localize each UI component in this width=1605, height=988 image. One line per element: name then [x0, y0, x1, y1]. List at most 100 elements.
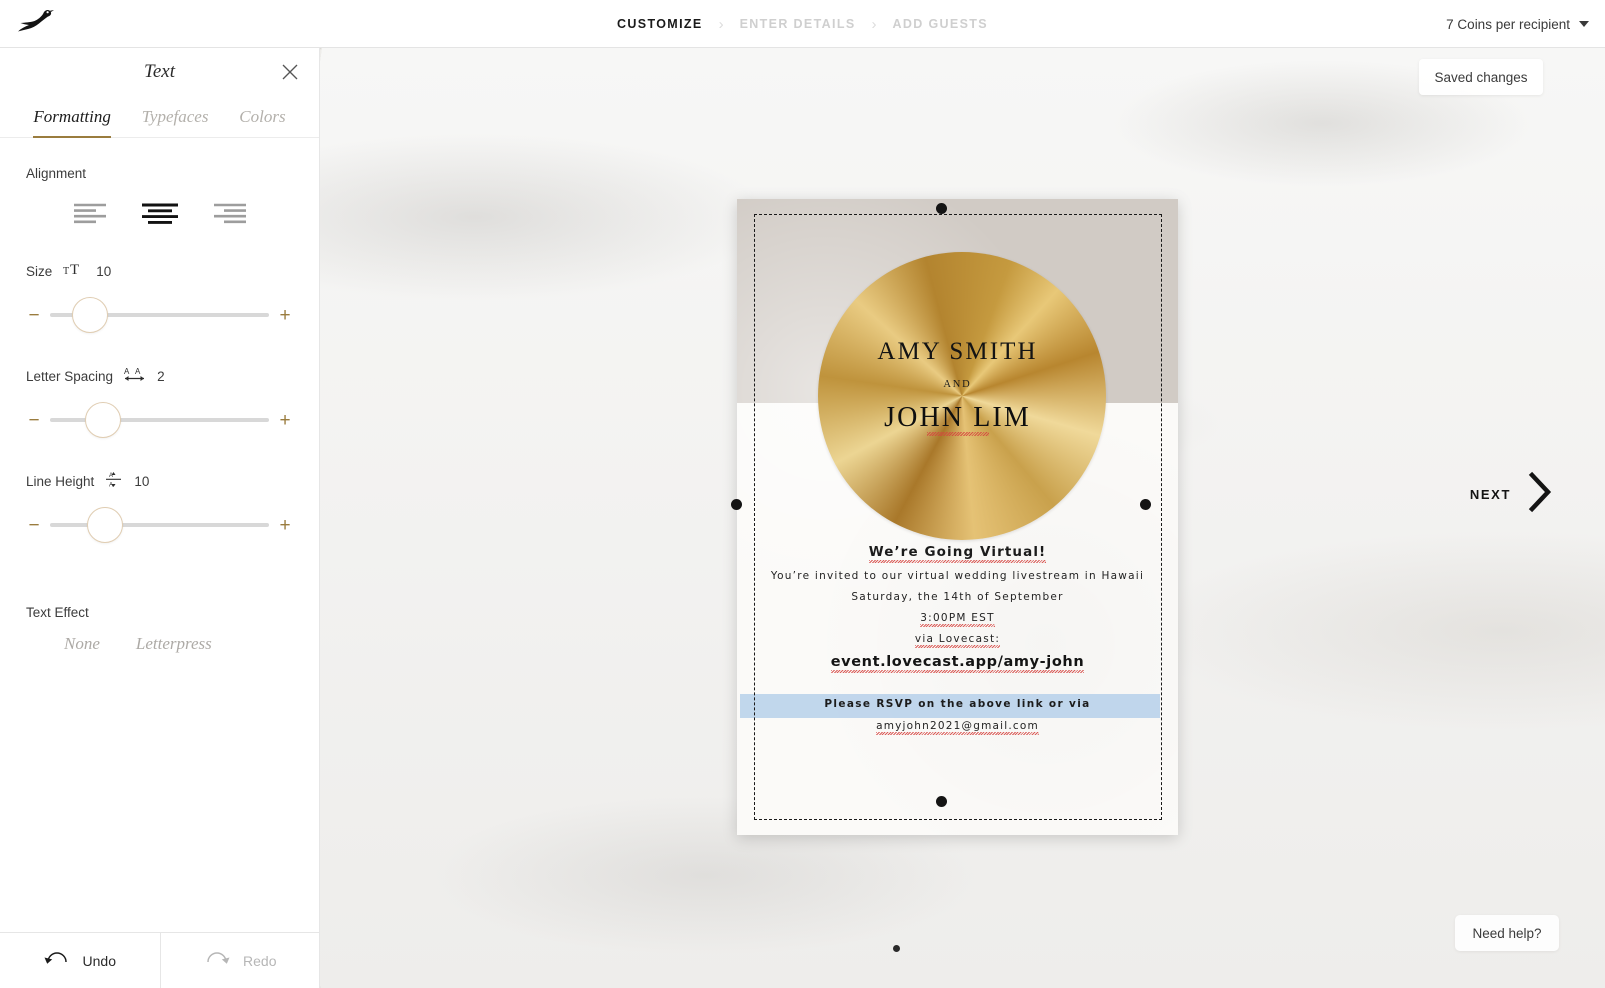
redo-label: Redo	[243, 952, 277, 969]
letter-spacing-track-line	[50, 418, 269, 422]
need-help-button[interactable]: Need help?	[1455, 915, 1559, 951]
size-slider-track[interactable]	[50, 297, 269, 333]
tab-formatting[interactable]: Formatting	[33, 107, 111, 138]
undo-label: Undo	[82, 952, 116, 969]
card-headline: We’re Going Virtual!	[753, 544, 1162, 563]
redo-button[interactable]: Redo	[161, 933, 321, 988]
coins-label: 7 Coins per recipient	[1446, 16, 1570, 32]
line-height-control: Line Height A A 10 − +	[26, 470, 293, 543]
card-body-line-4: via Lovecast:	[753, 633, 1162, 648]
size-control: Size T T 10 − +	[26, 262, 293, 333]
step-add-guests[interactable]: ADD GUESTS	[879, 17, 1002, 31]
next-button[interactable]: NEXT	[1470, 470, 1553, 519]
breadcrumb-steps: CUSTOMIZE › ENTER DETAILS › ADD GUESTS	[0, 0, 1605, 48]
letter-spacing-value: 2	[157, 368, 165, 384]
card-event-url-text: event.lovecast.app/amy-john	[830, 654, 1085, 673]
card-body-line-3-text: 3:00PM EST	[920, 612, 995, 627]
panel-footer: Undo Redo	[0, 932, 320, 988]
text-effect-options: None Letterpress	[26, 634, 293, 654]
card-name-first: AMY SMITH	[877, 338, 1038, 365]
chevron-down-icon	[1579, 21, 1589, 27]
redo-arrow-icon	[204, 949, 230, 972]
card-rsvp-line-2: amyjohn2021@gmail.com	[737, 720, 1178, 735]
tab-typefaces[interactable]: Typefaces	[142, 107, 209, 138]
text-effect-label: Text Effect	[26, 605, 89, 620]
undo-arrow-icon	[44, 949, 70, 972]
letter-spacing-increase-button[interactable]: +	[277, 411, 293, 430]
close-icon[interactable]	[279, 61, 301, 83]
saved-changes-badge: Saved changes	[1419, 59, 1543, 95]
letter-spacing-icon: A A	[124, 366, 146, 387]
resize-handle-left[interactable]	[731, 499, 742, 510]
card-rsvp-block[interactable]: Please RSVP on the above link or via amy…	[737, 693, 1178, 735]
text-settings-panel: Text Formatting Typefaces Colors Alignme…	[0, 48, 320, 988]
svg-text:A: A	[135, 367, 141, 376]
letter-spacing-label: Letter Spacing	[26, 368, 114, 384]
svg-text:T: T	[63, 266, 69, 277]
step-separator-2: ›	[871, 15, 877, 33]
tab-colors[interactable]: Colors	[239, 107, 285, 138]
panel-title: Text	[144, 61, 175, 82]
card-name-second: JOHN LIM	[884, 402, 1031, 436]
card-body-line-4-text: via Lovecast:	[914, 633, 1001, 648]
size-increase-button[interactable]: +	[277, 306, 293, 325]
letter-spacing-slider-knob[interactable]	[85, 402, 122, 438]
alignment-button-group	[26, 198, 293, 228]
align-left-icon[interactable]	[68, 198, 112, 228]
size-slider-knob[interactable]	[71, 297, 108, 333]
page-indicator-dot[interactable]	[893, 945, 900, 952]
text-effect-control: Text Effect None Letterpress	[26, 605, 293, 654]
text-effect-letterpress[interactable]: Letterpress	[136, 634, 212, 654]
top-navigation-bar: CUSTOMIZE › ENTER DETAILS › ADD GUESTS 7…	[0, 0, 1605, 48]
alignment-label: Alignment	[26, 166, 87, 181]
line-height-label: Line Height	[26, 473, 95, 489]
resize-handle-top[interactable]	[936, 203, 947, 214]
letter-spacing-decrease-button[interactable]: −	[26, 411, 42, 430]
font-size-icon: T T	[63, 261, 85, 282]
step-enter-details[interactable]: ENTER DETAILS	[726, 17, 870, 31]
line-height-slider-track[interactable]	[50, 507, 269, 543]
card-event-url: event.lovecast.app/amy-john	[753, 654, 1162, 673]
line-height-slider-knob[interactable]	[87, 507, 124, 543]
letter-spacing-control: Letter Spacing A A 2 − +	[26, 367, 293, 438]
card-body-line-2: Saturday, the 14th of September	[851, 591, 1064, 603]
coins-per-recipient-dropdown[interactable]: 7 Coins per recipient	[1446, 0, 1589, 48]
line-height-decrease-button[interactable]: −	[26, 516, 42, 535]
card-body-line-3: 3:00PM EST	[753, 612, 1162, 627]
undo-button[interactable]: Undo	[0, 933, 160, 988]
card-body-line-1: You’re invited to our virtual wedding li…	[770, 570, 1145, 582]
line-height-value: 10	[134, 473, 150, 489]
panel-tabs: Formatting Typefaces Colors	[0, 96, 319, 138]
line-height-icon: A A	[105, 470, 123, 493]
size-label: Size	[26, 263, 53, 279]
saved-changes-label: Saved changes	[1434, 69, 1528, 85]
step-customize[interactable]: CUSTOMIZE	[603, 17, 717, 31]
card-body-text-block[interactable]: We’re Going Virtual! You’re invited to o…	[753, 544, 1162, 673]
size-decrease-button[interactable]: −	[26, 306, 42, 325]
resize-handle-bottom[interactable]	[936, 796, 947, 807]
step-separator-1: ›	[718, 15, 724, 33]
app-root: CUSTOMIZE › ENTER DETAILS › ADD GUESTS 7…	[0, 0, 1605, 988]
card-name-conjunction: AND	[943, 379, 972, 390]
letter-spacing-slider-track[interactable]	[50, 402, 269, 438]
svg-text:T: T	[70, 262, 79, 277]
resize-handle-right[interactable]	[1140, 499, 1151, 510]
need-help-label: Need help?	[1472, 925, 1542, 941]
card-rsvp-email: amyjohn2021@gmail.com	[876, 720, 1039, 735]
card-rsvp-line-1: Please RSVP on the above link or via	[824, 698, 1091, 710]
align-right-icon[interactable]	[208, 198, 252, 228]
text-effect-none[interactable]: None	[64, 634, 100, 654]
line-height-increase-button[interactable]: +	[277, 516, 293, 535]
spellcheck-squiggle	[926, 432, 989, 436]
next-label: NEXT	[1469, 487, 1511, 502]
card-headline-text: We’re Going Virtual!	[868, 544, 1047, 563]
card-names-block[interactable]: AMY SMITH AND JOHN LIM	[737, 338, 1178, 436]
align-center-icon[interactable]	[138, 198, 182, 228]
card-name-second-text: JOHN LIM	[884, 402, 1031, 433]
size-value: 10	[96, 263, 112, 279]
svg-text:A: A	[124, 367, 130, 376]
line-height-track-line	[50, 523, 269, 527]
chevron-right-icon	[1527, 470, 1553, 519]
invitation-card[interactable]: AMY SMITH AND JOHN LIM We’re Going Virtu…	[737, 199, 1178, 835]
panel-header: Text	[0, 48, 319, 96]
